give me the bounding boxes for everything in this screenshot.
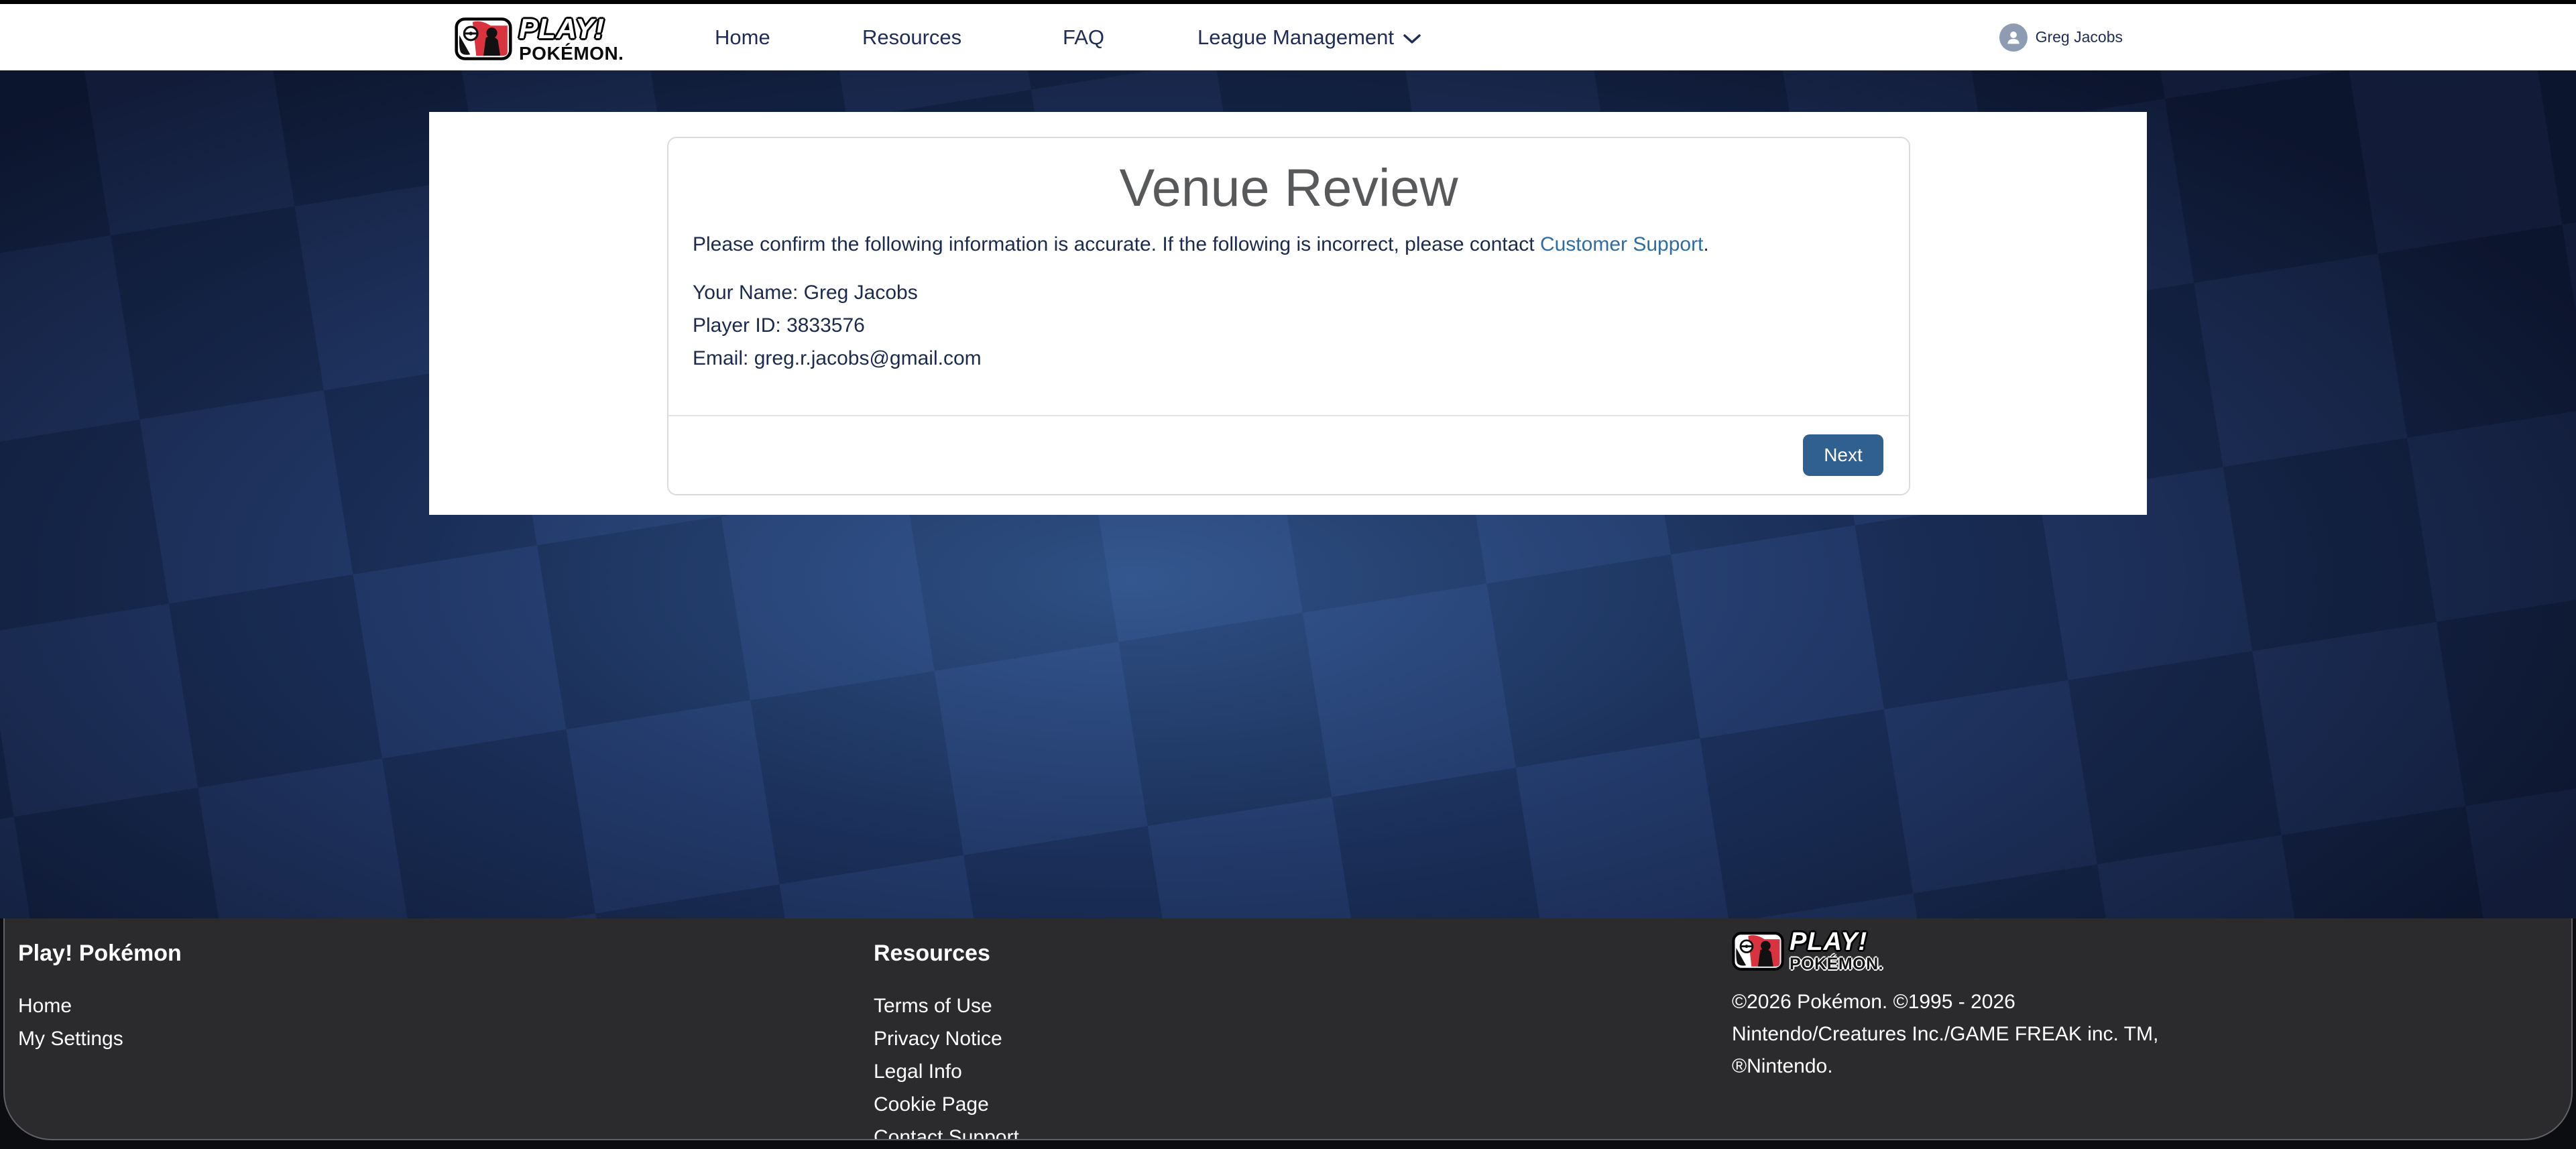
info-player-id-value: 3833576 [786,314,865,337]
confirmation-text: Please confirm the following information… [693,233,1885,256]
next-button[interactable]: Next [1803,434,1883,476]
info-row-player-id: Player ID: 3833576 [693,309,1885,342]
top-navbar: PLAY! POKÉMON. Home Resources FAQ League… [0,4,2576,70]
info-row-email: Email: greg.r.jacobs@gmail.com [693,342,1885,375]
footer-link-home[interactable]: Home [18,989,182,1022]
user-name-label: Greg Jacobs [2036,28,2123,46]
footer-logo-play-text: PLAY! [1790,929,1883,955]
footer-logo-icon [1732,930,1784,972]
nav-link-home-label: Home [715,25,770,50]
footer-wrapper: Play! Pokémon Home My Settings Resources… [0,918,2576,1149]
nav-link-resources-label: Resources [862,25,961,50]
logo-play-text: PLAY! [519,15,624,43]
nav-link-home[interactable]: Home [715,4,770,70]
play-pokemon-logo-icon [455,17,512,61]
info-email-value: greg.r.jacobs@gmail.com [754,347,982,369]
footer-link-contact-support[interactable]: Contact Support [874,1121,1019,1140]
nav-link-faq[interactable]: FAQ [1063,4,1104,70]
info-name-label: Your Name: [693,282,798,304]
footer-links-play-pokemon: Home My Settings [18,989,182,1055]
panel-footer: Next [668,415,1909,494]
footer-link-legal-info[interactable]: Legal Info [874,1055,1019,1088]
footer-play-pokemon-logo: PLAY! POKÉMON. [1732,929,2158,973]
footer-link-privacy-notice[interactable]: Privacy Notice [874,1022,1019,1055]
panel-body: Please confirm the following information… [668,219,1909,415]
info-name-value: Greg Jacobs [804,282,918,304]
logo-pokemon-text: POKÉMON. [519,44,624,63]
nav-link-resources[interactable]: Resources [862,4,961,70]
main-content-area: Venue Review Please confirm the followin… [0,70,2576,918]
info-player-id-label: Player ID: [693,314,781,337]
confirmation-text-end: . [1703,233,1708,255]
player-info: Your Name: Greg Jacobs Player ID: 383357… [693,276,1885,375]
info-row-name: Your Name: Greg Jacobs [693,276,1885,309]
chevron-down-icon [1403,34,1421,44]
footer-heading-resources: Resources [874,941,1019,967]
footer-links-resources: Terms of Use Privacy Notice Legal Info C… [874,989,1019,1140]
footer-logo-pokemon-text: POKÉMON. [1790,956,1883,973]
person-icon [2004,28,2023,47]
venue-review-panel: Venue Review Please confirm the followin… [667,137,1910,495]
footer-column-resources: Resources Terms of Use Privacy Notice Le… [874,918,1019,1140]
copyright-line-2: Nintendo/Creatures Inc./GAME FREAK inc. … [1732,1018,2158,1050]
nav-link-league-management-label: League Management [1197,25,1394,50]
nav-link-league-management[interactable]: League Management [1197,4,1421,70]
footer-logo-text: PLAY! POKÉMON. [1790,929,1883,973]
nav-link-faq-label: FAQ [1063,25,1104,50]
avatar [1999,23,2028,52]
footer-link-cookie-page[interactable]: Cookie Page [874,1088,1019,1121]
copyright-line-3: ®Nintendo. [1732,1050,2158,1083]
footer-link-my-settings[interactable]: My Settings [18,1022,182,1055]
copyright-line-1: ©2026 Pokémon. ©1995 - 2026 [1732,986,2158,1018]
info-email-label: Email: [693,347,748,369]
play-pokemon-logo-text: PLAY! POKÉMON. [519,15,624,63]
page-title: Venue Review [668,157,1909,219]
play-pokemon-logo[interactable]: PLAY! POKÉMON. [455,15,624,63]
footer-column-play-pokemon: Play! Pokémon Home My Settings [18,918,182,1055]
user-menu[interactable]: Greg Jacobs [1999,4,2123,70]
footer-link-terms-of-use[interactable]: Terms of Use [874,989,1019,1022]
copyright-text: ©2026 Pokémon. ©1995 - 2026 Nintendo/Cre… [1732,986,2158,1083]
content-card: Venue Review Please confirm the followin… [429,112,2147,515]
footer: Play! Pokémon Home My Settings Resources… [3,918,2573,1140]
customer-support-link[interactable]: Customer Support [1540,233,1703,255]
footer-heading-play-pokemon: Play! Pokémon [18,941,182,967]
footer-column-legal: PLAY! POKÉMON. ©2026 Pokémon. ©1995 - 20… [1732,918,2158,1083]
confirmation-text-start: Please confirm the following information… [693,233,1540,255]
